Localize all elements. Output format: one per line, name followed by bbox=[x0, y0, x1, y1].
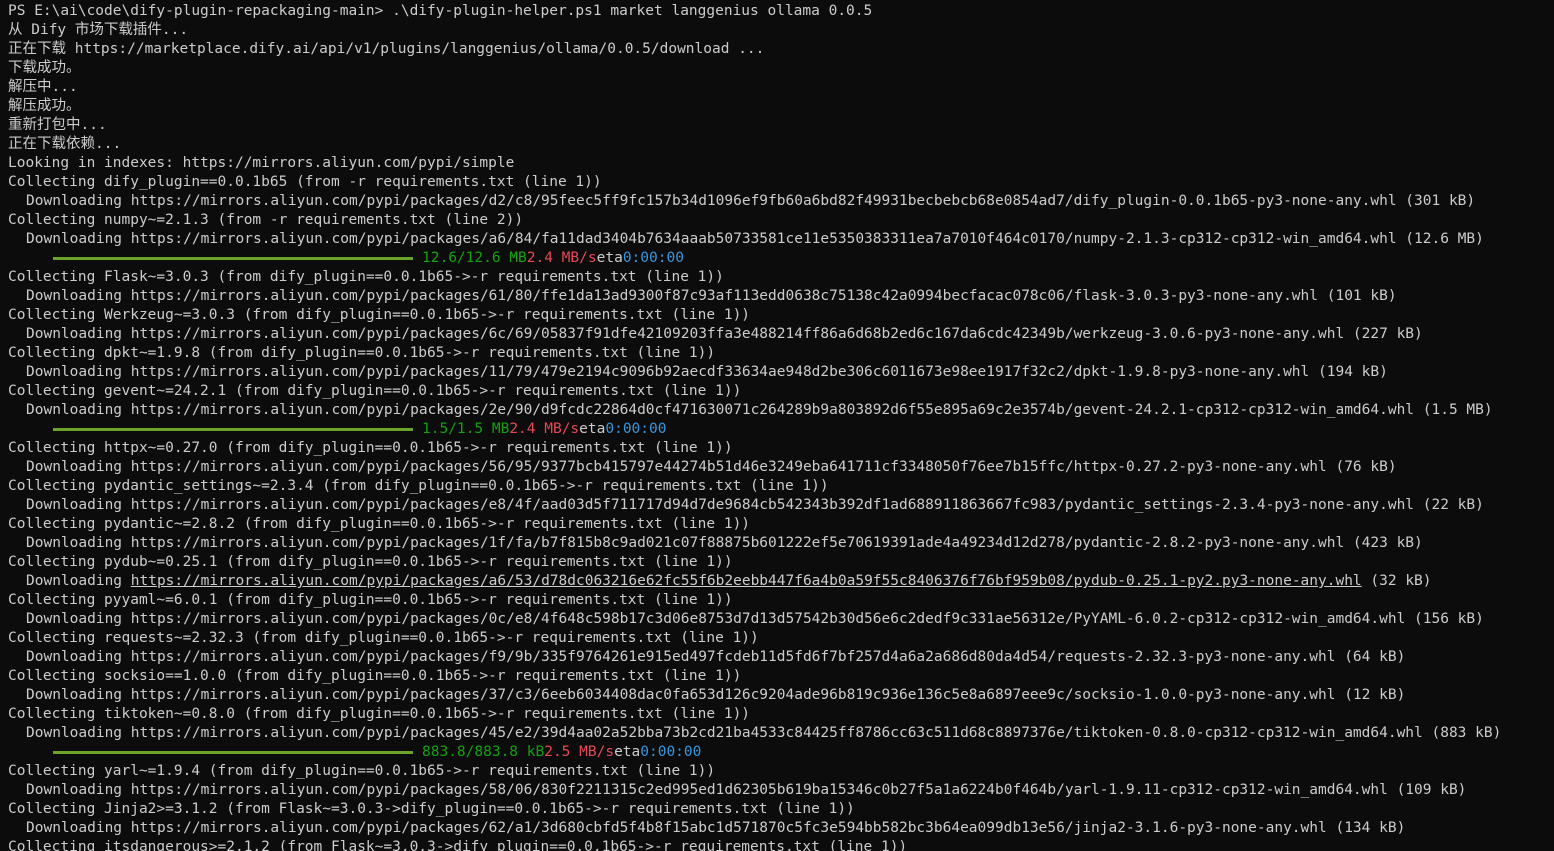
output-line: 下载成功。 bbox=[8, 60, 81, 76]
downloading-line: Downloading https://mirrors.aliyun.com/p… bbox=[26, 288, 1397, 304]
downloading-line: Downloading https://mirrors.aliyun.com/p… bbox=[26, 611, 1484, 627]
output-line: 从 Dify 市场下载插件... bbox=[8, 22, 189, 38]
collecting-line: Collecting pydub~=0.25.1 (from dify_plug… bbox=[8, 554, 733, 570]
collecting-line: Collecting Werkzeug~=3.0.3 (from dify_pl… bbox=[8, 307, 751, 323]
downloading-line: Downloading https://mirrors.aliyun.com/p… bbox=[26, 725, 1502, 741]
progress-amount: 883.8/883.8 kB bbox=[422, 744, 545, 760]
download-link[interactable]: https://mirrors.aliyun.com/pypi/packages… bbox=[131, 573, 1362, 589]
downloading-line: Downloading https://mirrors.aliyun.com/p… bbox=[26, 459, 1397, 475]
collecting-line: Collecting tiktoken~=0.8.0 (from dify_pl… bbox=[8, 706, 751, 722]
download-size: (32 kB) bbox=[1361, 573, 1432, 589]
collecting-line: Collecting requests~=2.32.3 (from dify_p… bbox=[8, 630, 759, 646]
downloading-line: Downloading https://mirrors.aliyun.com/p… bbox=[26, 326, 1423, 342]
prompt: PS E:\ai\code\dify-plugin-repackaging-ma… bbox=[8, 3, 393, 19]
collecting-line: Collecting pydantic_settings~=2.3.4 (fro… bbox=[8, 478, 829, 494]
collecting-line: Collecting gevent~=24.2.1 (from dify_plu… bbox=[8, 383, 742, 399]
progress-eta: 0:00:00 bbox=[622, 250, 684, 266]
terminal-window[interactable]: PS E:\ai\code\dify-plugin-repackaging-ma… bbox=[0, 0, 1554, 851]
progress-amount: 1.5/1.5 MB bbox=[422, 421, 510, 437]
collecting-line: Collecting socksio==1.0.0 (from dify_plu… bbox=[8, 668, 742, 684]
collecting-line: Collecting dify_plugin==0.0.1b65 (from -… bbox=[8, 174, 602, 190]
collecting-line: Collecting dpkt~=1.9.8 (from dify_plugin… bbox=[8, 345, 716, 361]
progress-bar bbox=[53, 751, 413, 754]
collecting-line: Collecting httpx~=0.27.0 (from dify_plug… bbox=[8, 440, 733, 456]
downloading-line: Downloading https://mirrors.aliyun.com/p… bbox=[26, 687, 1406, 703]
output-line: 正在下载 https://marketplace.dify.ai/api/v1/… bbox=[8, 41, 765, 57]
progress-amount: 12.6/12.6 MB bbox=[422, 250, 527, 266]
collecting-line: Collecting yarl~=1.9.4 (from dify_plugin… bbox=[8, 763, 716, 779]
eta-label: eta bbox=[614, 744, 641, 760]
progress-bar bbox=[53, 428, 413, 431]
downloading-line: Downloading https://mirrors.aliyun.com/p… bbox=[26, 402, 1493, 418]
command: .\dify-plugin-helper.ps1 market langgeni… bbox=[392, 3, 873, 19]
downloading-line: Downloading https://mirrors.aliyun.com/p… bbox=[26, 231, 1484, 247]
progress-eta: 0:00:00 bbox=[605, 421, 667, 437]
output-line: 重新打包中... bbox=[8, 117, 107, 133]
eta-label: eta bbox=[579, 421, 606, 437]
output-line: 正在下载依赖... bbox=[8, 136, 122, 152]
collecting-line: Collecting numpy~=2.1.3 (from -r require… bbox=[8, 212, 524, 228]
eta-label: eta bbox=[596, 250, 623, 266]
progress-eta: 0:00:00 bbox=[640, 744, 702, 760]
progress-line: 1.5/1.5 MB 2.4 MB/s eta 0:00:00 bbox=[8, 420, 1554, 439]
collecting-line: Collecting pyyaml~=6.0.1 (from dify_plug… bbox=[8, 592, 733, 608]
downloading-line: Downloading https://mirrors.aliyun.com/p… bbox=[26, 193, 1476, 209]
output-line: 解压中... bbox=[8, 79, 78, 95]
progress-line: 883.8/883.8 kB 2.5 MB/s eta 0:00:00 bbox=[8, 743, 1554, 762]
downloading-line: Downloading https://mirrors.aliyun.com/p… bbox=[26, 820, 1406, 836]
downloading-line: Downloading https://mirrors.aliyun.com/p… bbox=[26, 782, 1467, 798]
progress-speed: 2.5 MB/s bbox=[544, 744, 615, 760]
downloading-prefix: Downloading bbox=[26, 573, 131, 589]
downloading-line: Downloading https://mirrors.aliyun.com/p… bbox=[26, 497, 1484, 513]
downloading-line: Downloading https://mirrors.aliyun.com/p… bbox=[8, 572, 1554, 591]
downloading-line: Downloading https://mirrors.aliyun.com/p… bbox=[26, 364, 1388, 380]
collecting-line: Collecting pydantic~=2.8.2 (from dify_pl… bbox=[8, 516, 751, 532]
collecting-line: Collecting Flask~=3.0.3 (from dify_plugi… bbox=[8, 269, 724, 285]
prompt-line: PS E:\ai\code\dify-plugin-repackaging-ma… bbox=[8, 2, 1554, 21]
progress-bar bbox=[53, 257, 413, 260]
collecting-line: Collecting Jinja2>=3.1.2 (from Flask~=3.… bbox=[8, 801, 855, 817]
downloading-line: Downloading https://mirrors.aliyun.com/p… bbox=[26, 535, 1423, 551]
downloading-line: Downloading https://mirrors.aliyun.com/p… bbox=[26, 649, 1406, 665]
progress-speed: 2.4 MB/s bbox=[526, 250, 597, 266]
progress-line: 12.6/12.6 MB 2.4 MB/s eta 0:00:00 bbox=[8, 249, 1554, 268]
output-line: Looking in indexes: https://mirrors.aliy… bbox=[8, 155, 515, 171]
output-line: 解压成功。 bbox=[8, 98, 81, 114]
collecting-line: Collecting itsdangerous>=2.1.2 (from Fla… bbox=[8, 839, 908, 851]
progress-speed: 2.4 MB/s bbox=[509, 421, 580, 437]
